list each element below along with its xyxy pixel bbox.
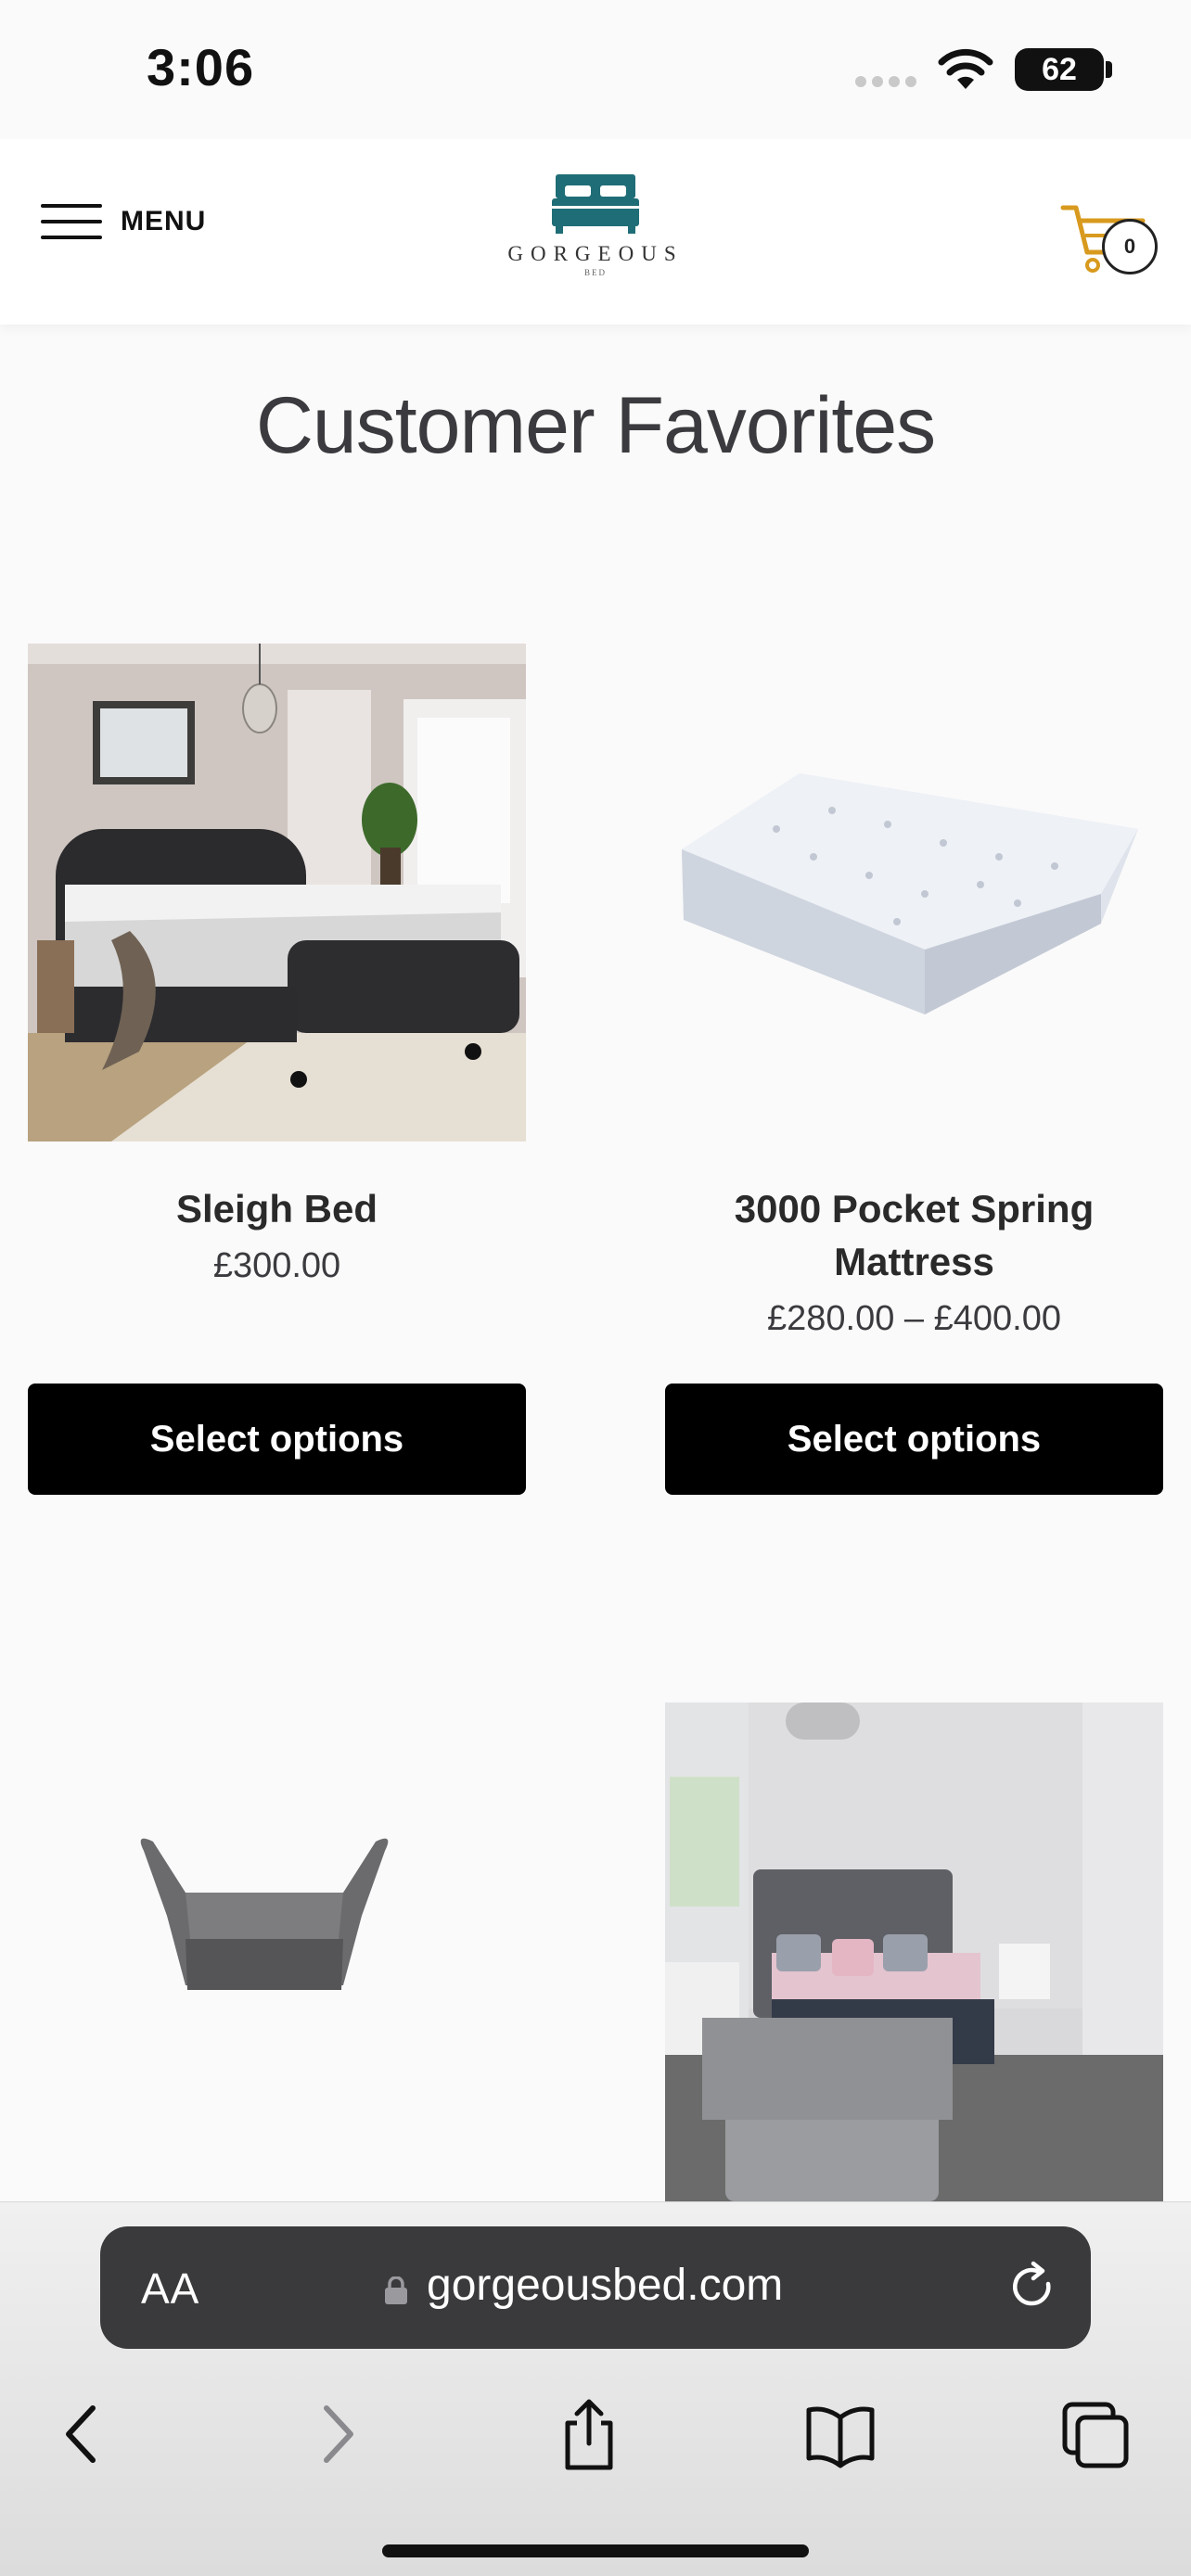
reload-icon[interactable] (1005, 2260, 1061, 2315)
cellular-signal-icon (855, 76, 916, 87)
menu-label: MENU (121, 206, 207, 236)
cart-count-badge[interactable]: 0 (1102, 219, 1158, 274)
product-name[interactable]: Sleigh Bed (28, 1182, 526, 1235)
share-icon[interactable] (557, 2397, 621, 2471)
address-bar[interactable]: AA gorgeousbed.com (100, 2226, 1091, 2349)
home-indicator[interactable] (382, 2544, 809, 2557)
battery-tip (1106, 61, 1112, 78)
product-image[interactable] (665, 644, 1163, 1141)
logo-text: GORGEOUS (507, 242, 684, 265)
product-image[interactable] (28, 644, 526, 1141)
browser-toolbar: AA gorgeousbed.com (0, 2201, 1191, 2576)
forward-icon[interactable] (315, 2397, 362, 2471)
product-price: £280.00 – £400.00 (767, 1299, 1061, 1338)
menu-button[interactable]: MENU (41, 202, 206, 241)
product-card: Sleigh Bed £300.00 (28, 644, 526, 1286)
product-card: 3000 Pocket Spring Mattress £280.00 – £4… (665, 644, 1163, 1339)
back-icon[interactable] (58, 2397, 104, 2471)
logo-subtext: BED (584, 268, 607, 277)
bookmarks-icon[interactable] (803, 2397, 877, 2471)
battery-icon: 62 (1015, 48, 1104, 91)
select-options-button[interactable]: Select options (665, 1384, 1163, 1495)
section-title: Customer Favorites (255, 381, 936, 470)
select-options-button[interactable]: Select options (28, 1384, 526, 1495)
site-logo[interactable]: GORGEOUS BED (501, 174, 690, 277)
product-price: £300.00 (212, 1246, 341, 1285)
status-time: 3:06 (147, 38, 255, 96)
status-bar: 3:06 62 (0, 0, 1191, 139)
url-text[interactable]: gorgeousbed.com (427, 2260, 783, 2311)
wifi-icon (938, 48, 993, 89)
bed-logo-icon (552, 174, 639, 234)
hamburger-icon (41, 202, 102, 241)
site-header: MENU GORGEOUS BED 0 (0, 139, 1191, 325)
lock-icon (385, 2276, 407, 2304)
product-image[interactable] (665, 1702, 1163, 2201)
tabs-icon[interactable] (1057, 2397, 1132, 2471)
product-name[interactable]: 3000 Pocket Spring Mattress (665, 1182, 1163, 1288)
text-size-button[interactable]: AA (141, 2264, 199, 2314)
product-image[interactable] (28, 1702, 526, 2201)
